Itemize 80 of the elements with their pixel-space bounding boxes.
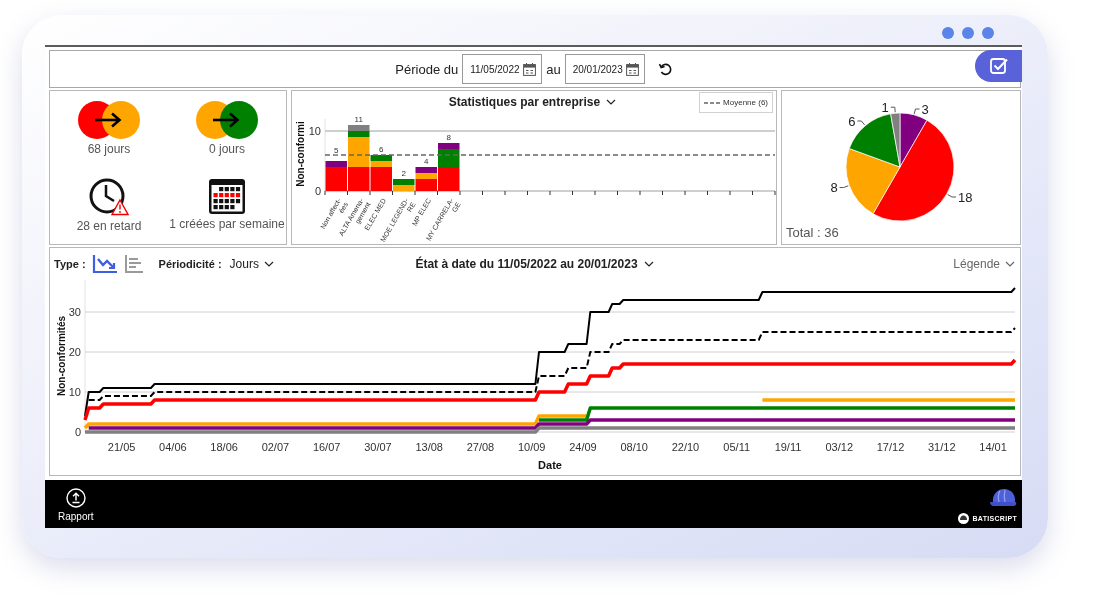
tick-label: 13/08 — [415, 441, 443, 453]
tick-label: 16/07 — [312, 441, 341, 453]
data-label: 8 — [446, 133, 451, 142]
tick-label: 0 — [314, 185, 321, 197]
legend-dropdown[interactable]: Légende — [953, 256, 1015, 271]
chart-title-dropdown[interactable]: État à date du 11/05/2022 au 20/01/2023 — [415, 256, 654, 271]
tick-label: 10 — [68, 386, 81, 398]
leader-line — [947, 194, 957, 198]
chevron-down-icon — [263, 260, 274, 267]
axis-title: Non-conformi — [295, 121, 306, 187]
tick-label: 31/12 — [928, 441, 956, 453]
data-label: 3 — [921, 101, 929, 117]
refresh-icon — [657, 62, 672, 76]
chevron-down-icon — [643, 260, 654, 267]
tick-label: 22/10 — [671, 441, 700, 453]
data-label: 8 — [830, 180, 838, 195]
tick-label: 08/10 — [620, 441, 648, 453]
chevron-down-icon — [1005, 260, 1015, 267]
line-chart-icon — [91, 253, 118, 274]
axis-title: Non-conformités — [56, 316, 67, 396]
tick-label: 04/06 — [159, 441, 187, 453]
total-label: Total : 36 — [785, 225, 839, 240]
helmet-badge-icon — [957, 513, 969, 524]
tick-label: 17/12 — [876, 441, 905, 453]
tick-label: 03/12 — [825, 441, 853, 453]
axis-title: Date — [538, 459, 562, 471]
dot-icon — [982, 27, 994, 39]
date-field[interactable]: 20/01/2023 — [564, 54, 645, 84]
calendar-icon — [209, 177, 245, 214]
tick-label: 30 — [68, 306, 81, 318]
type-label: Type : — [54, 257, 86, 270]
data-label: 1 — [881, 99, 889, 115]
kpi-label: 28 en retard — [76, 218, 142, 233]
tick-label: 18/06 — [210, 441, 238, 453]
data-label: 11 — [354, 115, 363, 124]
tick-label: 27/08 — [466, 441, 495, 453]
tick-label: 02/07 — [261, 441, 290, 453]
data-label: 6 — [848, 113, 856, 129]
data-label: 2 — [401, 169, 406, 178]
calendar-icon[interactable] — [625, 62, 639, 76]
leader-line — [839, 185, 849, 188]
data-label: 6 — [379, 145, 384, 154]
period-label: Période du — [395, 61, 459, 77]
tick-label: 20 — [68, 346, 81, 358]
bar-list-icon — [123, 253, 144, 274]
to-label: au — [546, 61, 561, 77]
legend-label: Moyenne (6) — [723, 98, 768, 107]
tick-label: 10 — [308, 125, 321, 137]
apply-button[interactable] — [975, 50, 1022, 82]
leader-line — [890, 106, 896, 113]
data-label: 5 — [334, 145, 339, 155]
data-label: 4 — [424, 157, 429, 166]
checkbox-icon — [989, 57, 1008, 75]
kpi-label: 1 créées par semaine — [169, 216, 285, 231]
tick-label: 0 — [74, 426, 81, 438]
calendar-icon[interactable] — [523, 62, 537, 76]
report-button[interactable]: Rapport — [58, 480, 94, 522]
kpi-label: 0 jours — [209, 142, 245, 156]
chevron-down-icon — [606, 99, 617, 105]
kpi-label: 68 jours — [87, 142, 131, 156]
dashed-line-icon — [704, 100, 721, 105]
date-field[interactable]: 11/05/2022 — [462, 54, 543, 84]
leader-line — [856, 120, 866, 126]
leader-line — [913, 108, 920, 115]
tick-label: 24/09 — [569, 441, 597, 453]
clock-warning-icon — [89, 177, 129, 216]
data-label: 18 — [957, 189, 973, 205]
tick-label: 14/01 — [979, 441, 1007, 453]
tick-label: 10/09 — [517, 441, 546, 453]
tick-label: 05/11 — [723, 441, 751, 453]
helmet-icon — [989, 487, 1017, 509]
tick-label: 30/07 — [364, 441, 392, 453]
periodicity-dropdown[interactable]: Jours — [229, 256, 274, 271]
chart-title-dropdown[interactable]: Statistiques par entreprise — [448, 95, 617, 109]
periodicity-label: Périodicité : — [158, 257, 222, 270]
upload-icon — [65, 488, 86, 508]
tick-label: 19/11 — [774, 441, 802, 453]
tick-label: 21/05 — [107, 441, 136, 453]
dot-icon — [942, 27, 954, 39]
dot-icon — [962, 27, 974, 39]
